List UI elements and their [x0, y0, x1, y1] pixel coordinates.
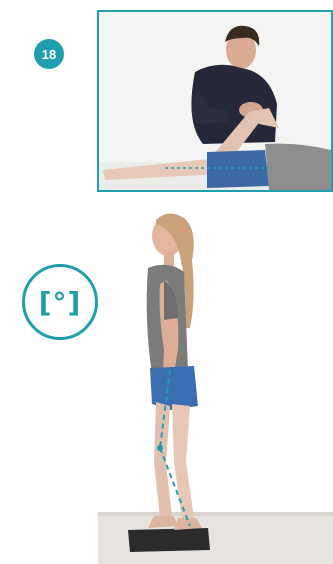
angle-measurement-icon-text: [°]	[38, 285, 82, 319]
inset-illustration	[99, 12, 331, 190]
knee-marker	[157, 445, 163, 451]
patient-torso	[265, 143, 331, 190]
angle-measurement-icon: [°]	[22, 264, 98, 340]
inset-photo-hip-flexion	[97, 10, 333, 192]
step-number-badge: 18	[34, 39, 64, 69]
standing-illustration	[98, 200, 333, 564]
patient-shorts	[207, 150, 269, 188]
standing-posture-photo	[98, 200, 333, 564]
platform	[128, 528, 210, 552]
